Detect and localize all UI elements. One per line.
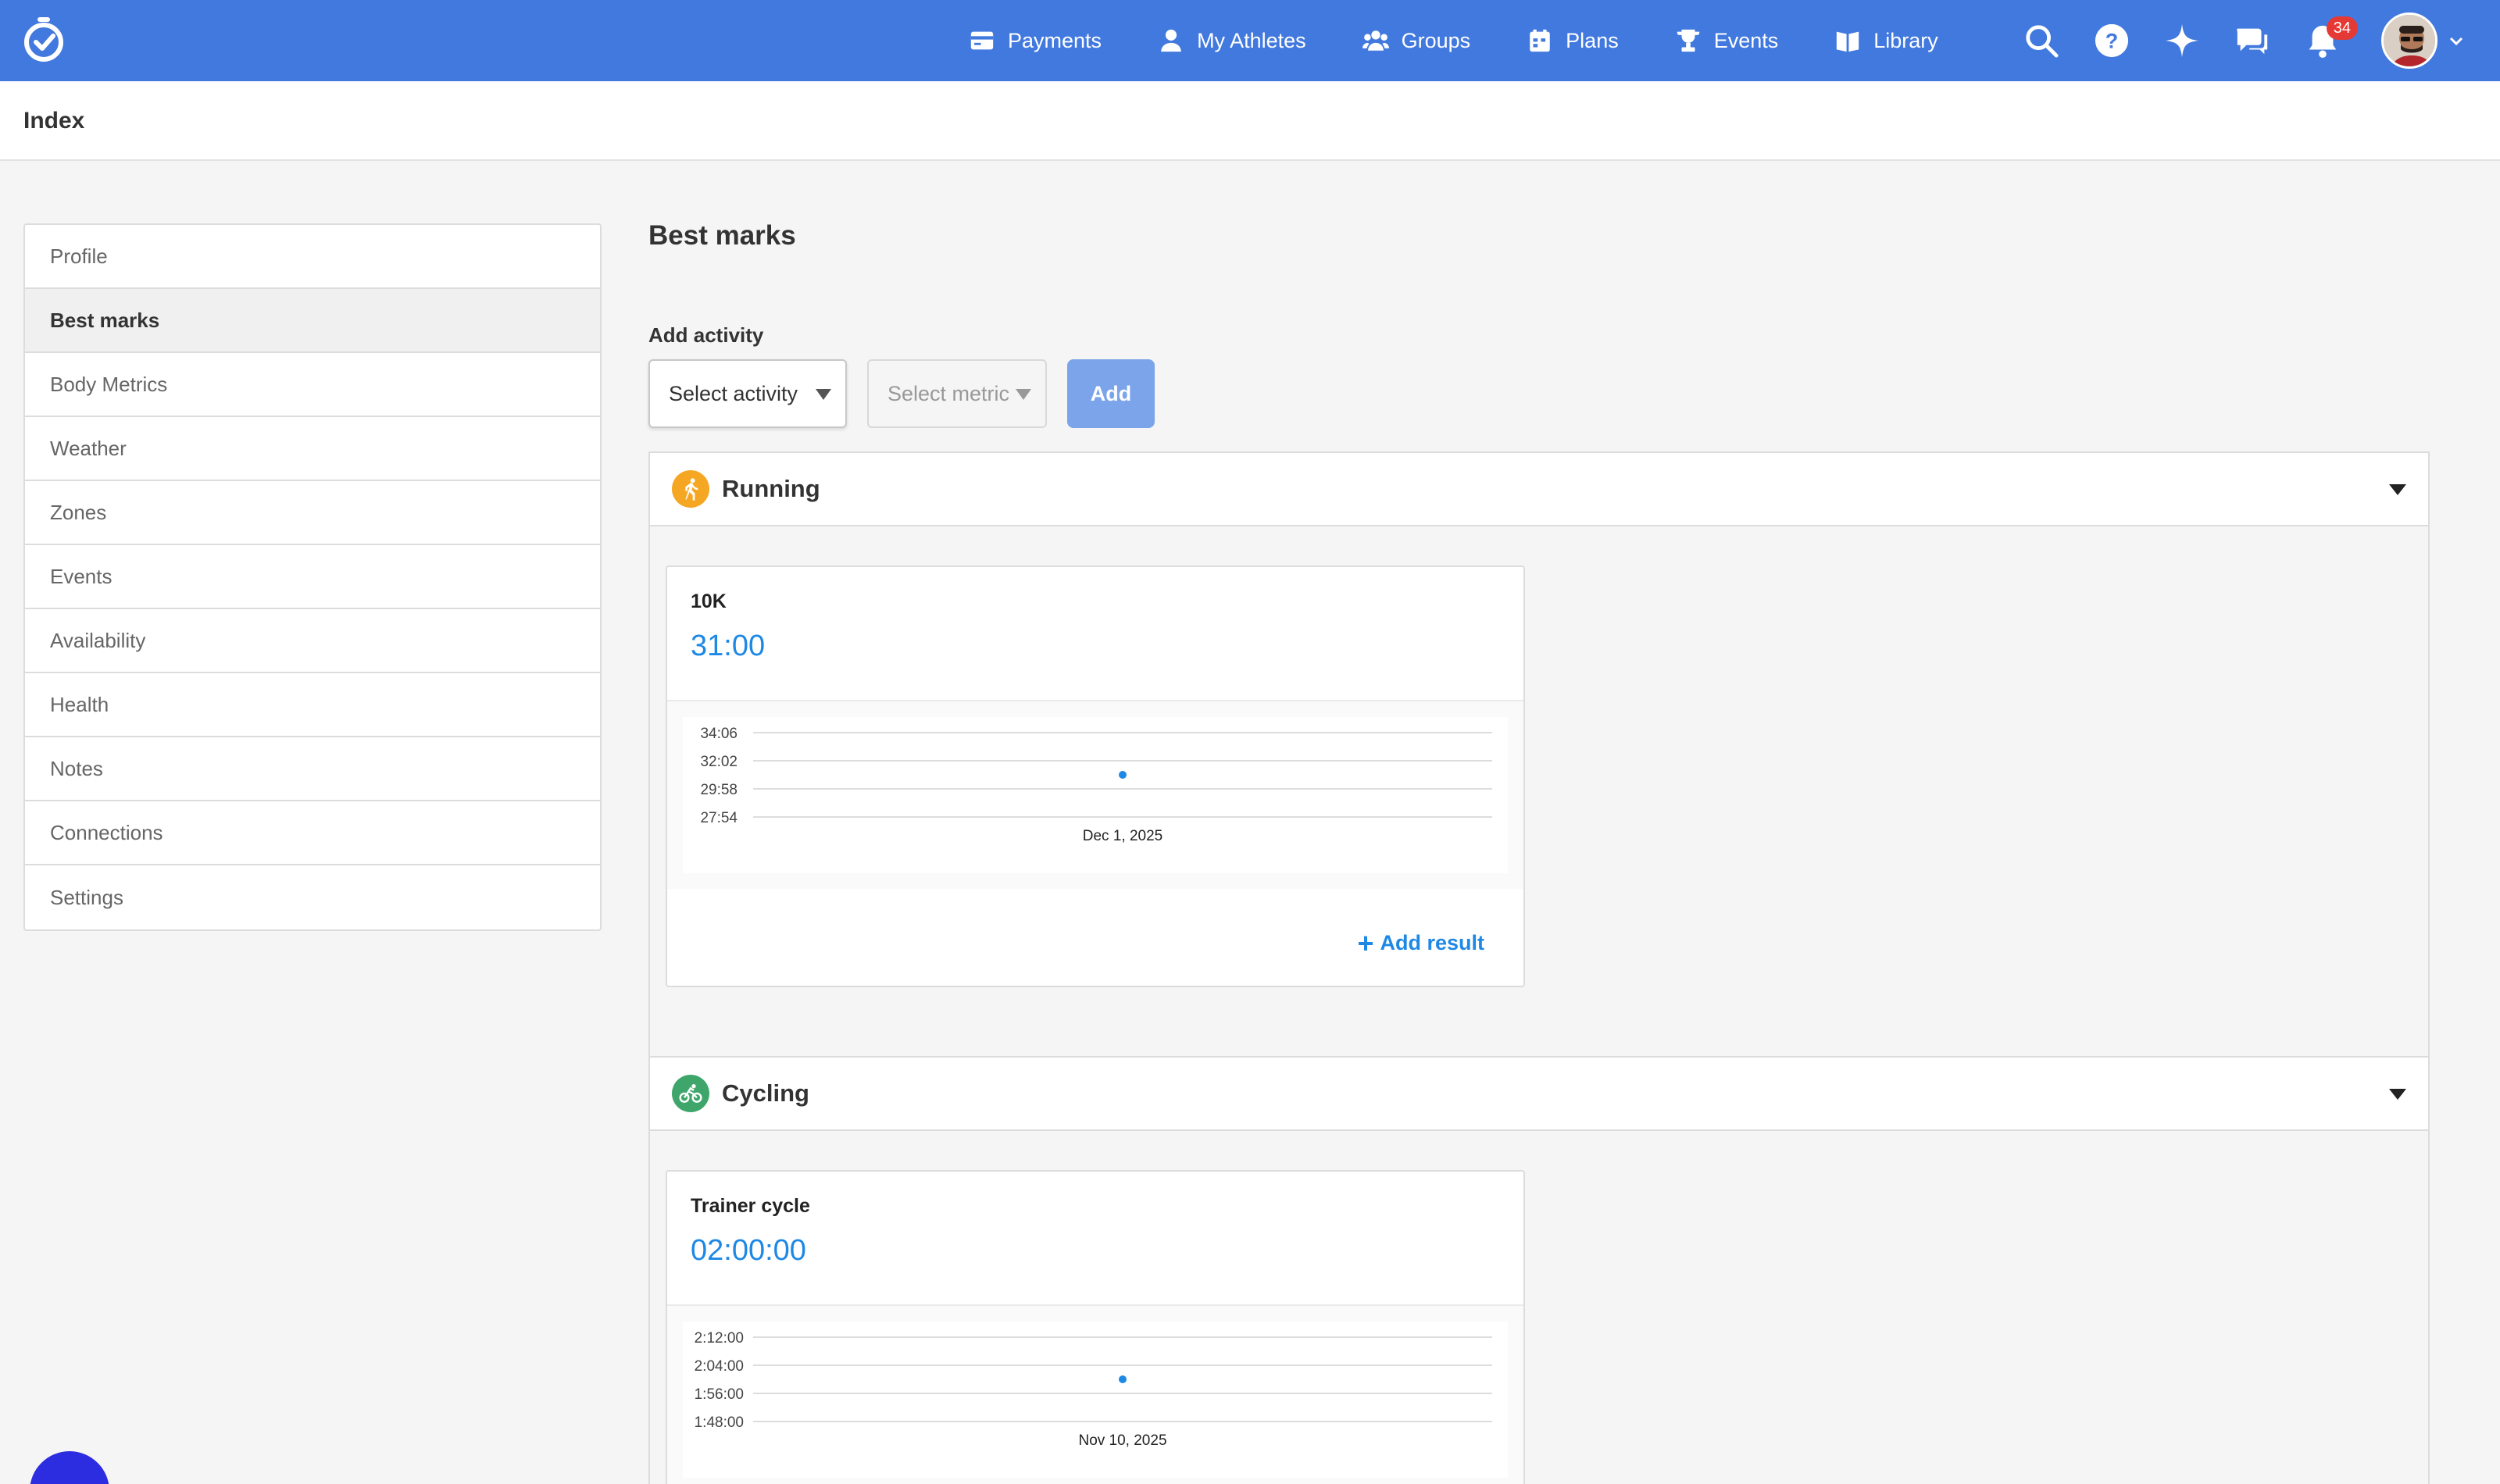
plus-icon: + <box>1357 927 1374 959</box>
top-navigation: Payments My Athletes Groups Plans Events… <box>0 0 2500 81</box>
svg-text:?: ? <box>2105 30 2118 53</box>
users-icon <box>1362 30 1389 51</box>
y-tick-label: 32:02 <box>700 754 738 770</box>
mark-label: Trainer cycle <box>691 1195 810 1217</box>
data-point[interactable] <box>1119 1375 1127 1383</box>
sidebar-item-availability[interactable]: Availability <box>25 609 600 673</box>
y-tick-label: 29:58 <box>700 782 738 798</box>
nav-library[interactable]: Library <box>1834 27 1938 54</box>
caret-down-icon[interactable] <box>2389 1089 2406 1100</box>
x-tick-label: Dec 1, 2025 <box>1083 828 1162 844</box>
nav-groups-label: Groups <box>1401 28 1471 52</box>
sidebar-item-settings[interactable]: Settings <box>25 865 600 929</box>
nav-links: Payments My Athletes Groups Plans Events… <box>969 0 1995 81</box>
nav-my-athletes-label: My Athletes <box>1197 28 1306 52</box>
add-button[interactable]: Add <box>1067 359 1155 428</box>
page-title: Index <box>23 108 85 134</box>
nav-my-athletes[interactable]: My Athletes <box>1158 27 1306 54</box>
sidebar-item-health[interactable]: Health <box>25 673 600 737</box>
nav-plans-label: Plans <box>1566 28 1619 52</box>
cycling-section-title: Cycling <box>722 1079 809 1107</box>
sidebar-item-events[interactable]: Events <box>25 545 600 609</box>
sidebar-item-zones[interactable]: Zones <box>25 481 600 545</box>
nav-plans[interactable]: Plans <box>1527 27 1619 54</box>
nav-events-label: Events <box>1713 28 1779 52</box>
y-tick-label: 27:54 <box>700 810 738 826</box>
section-title: Best marks <box>648 220 796 251</box>
user-menu[interactable] <box>2381 12 2466 69</box>
sidebar: Profile Best marks Body Metrics Weather … <box>23 223 602 931</box>
notification-bell-icon[interactable]: 34 <box>2305 16 2358 59</box>
chat-icon[interactable] <box>2234 23 2270 59</box>
sidebar-item-best-marks[interactable]: Best marks <box>25 289 600 353</box>
nav-groups[interactable]: Groups <box>1362 27 1471 54</box>
sidebar-item-profile[interactable]: Profile <box>25 225 600 289</box>
best-mark-card: 10K 31:00 34:06 32:02 29:58 27:54 Dec 1,… <box>666 565 1525 987</box>
y-tick-label: 34:06 <box>700 726 738 742</box>
card-footer: + Add result <box>667 889 1523 986</box>
running-section-title: Running <box>722 475 820 502</box>
add-result-button[interactable]: + Add result <box>1357 927 1484 959</box>
sidebar-item-connections[interactable]: Connections <box>25 801 600 865</box>
nav-payments[interactable]: Payments <box>969 27 1102 54</box>
cycling-section-header[interactable]: Cycling <box>650 1058 2428 1131</box>
caret-down-icon <box>816 389 831 400</box>
mark-value: 31:00 <box>691 630 766 662</box>
running-section-header[interactable]: Running <box>650 453 2428 526</box>
best-mark-card: Trainer cycle 02:00:00 2:12:00 2:04:00 1… <box>666 1170 1525 1484</box>
search-icon[interactable] <box>2023 23 2059 59</box>
running-section: Running 10K 31:00 34:06 32:02 29:58 27:5… <box>648 451 2430 1058</box>
sparkle-icon[interactable] <box>2164 23 2200 59</box>
data-point[interactable] <box>1119 771 1127 779</box>
sidebar-item-notes[interactable]: Notes <box>25 737 600 801</box>
index-header: Index <box>0 81 2500 161</box>
nav-payments-label: Payments <box>1008 28 1102 52</box>
y-tick-label: 2:04:00 <box>695 1358 744 1375</box>
trophy-icon <box>1677 29 1699 52</box>
credit-card-icon <box>970 31 994 50</box>
select-metric-dropdown[interactable]: Select metric <box>867 359 1047 428</box>
scatter-chart: 2:12:00 2:04:00 1:56:00 1:48:00 Nov 10, … <box>683 1322 1508 1478</box>
select-activity-dropdown[interactable]: Select activity <box>648 359 847 428</box>
nav-events[interactable]: Events <box>1675 27 1779 54</box>
card-header: 10K 31:00 <box>667 567 1523 701</box>
mark-label: 10K <box>691 590 727 612</box>
avatar <box>2381 12 2438 69</box>
chart-svg: 2:12:00 2:04:00 1:56:00 1:48:00 Nov 10, … <box>695 1330 1492 1449</box>
caret-down-icon[interactable] <box>2389 484 2406 495</box>
help-icon[interactable]: ? <box>2094 23 2130 59</box>
add-activity-label: Add activity <box>648 323 764 347</box>
chevron-down-icon <box>2449 37 2463 46</box>
select-metric-value: Select metric <box>888 381 1010 405</box>
user-icon <box>1161 29 1181 52</box>
running-icon <box>672 470 709 508</box>
sidebar-item-body-metrics[interactable]: Body Metrics <box>25 353 600 417</box>
nav-icons: ? 34 <box>1989 0 2466 81</box>
app-logo-icon[interactable] <box>22 16 66 62</box>
scatter-chart: 34:06 32:02 29:58 27:54 Dec 1, 2025 <box>683 717 1508 873</box>
cycling-section: Cycling Trainer cycle 02:00:00 2:12:00 2… <box>648 1056 2430 1484</box>
chart-area: 2:12:00 2:04:00 1:56:00 1:48:00 Nov 10, … <box>667 1306 1523 1484</box>
caret-down-icon <box>1016 389 1031 400</box>
y-tick-label: 2:12:00 <box>695 1330 744 1347</box>
nav-library-label: Library <box>1873 28 1938 52</box>
cycling-icon <box>672 1075 709 1112</box>
y-tick-label: 1:48:00 <box>695 1414 744 1431</box>
book-icon <box>1837 31 1859 52</box>
support-chat-bubble[interactable] <box>30 1451 109 1484</box>
x-tick-label: Nov 10, 2025 <box>1078 1432 1166 1449</box>
chart-svg: 34:06 32:02 29:58 27:54 Dec 1, 2025 <box>700 726 1492 844</box>
select-activity-value: Select activity <box>669 381 798 405</box>
add-result-label: Add result <box>1380 931 1484 954</box>
chart-area: 34:06 32:02 29:58 27:54 Dec 1, 2025 <box>667 701 1523 889</box>
sidebar-item-weather[interactable]: Weather <box>25 417 600 481</box>
mark-value: 02:00:00 <box>691 1234 806 1267</box>
card-header: Trainer cycle 02:00:00 <box>667 1172 1523 1306</box>
notification-count-badge: 34 <box>2326 16 2358 40</box>
calendar-icon <box>1530 29 1550 52</box>
y-tick-label: 1:56:00 <box>695 1386 744 1403</box>
